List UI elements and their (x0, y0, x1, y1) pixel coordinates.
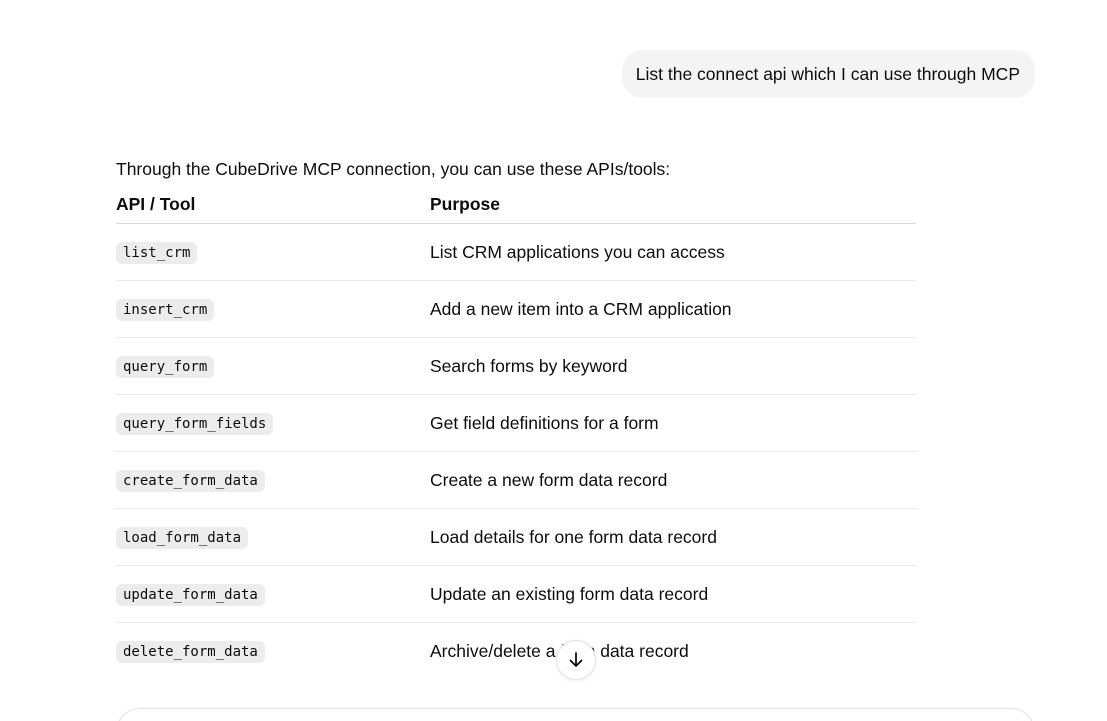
table-row: query_form Search forms by keyword (116, 337, 916, 395)
api-code: list_crm (116, 242, 198, 264)
table-row: list_crm List CRM applications you can a… (116, 223, 916, 281)
assistant-intro-text: Through the CubeDrive MCP connection, yo… (116, 159, 671, 179)
arrow-down-icon (569, 652, 583, 667)
api-purpose: Create a new form data record (430, 451, 916, 509)
message-composer[interactable] (116, 708, 1035, 721)
header-purpose: Purpose (430, 193, 916, 224)
api-code: create_form_data (116, 470, 265, 492)
scroll-to-bottom-button[interactable] (556, 640, 596, 680)
table-row: load_form_data Load details for one form… (116, 508, 916, 566)
api-code: insert_crm (116, 299, 215, 321)
table-row: update_form_data Update an existing form… (116, 565, 916, 623)
table-row: insert_crm Add a new item into a CRM app… (116, 280, 916, 338)
user-message-bubble: List the connect api which I can use thr… (621, 50, 1035, 98)
chat-page: List the connect api which I can use thr… (0, 0, 1107, 721)
table-row: delete_form_data Archive/delete a form d… (116, 623, 916, 680)
api-code: update_form_data (116, 584, 265, 606)
api-code: load_form_data (116, 527, 249, 549)
header-api-tool: API / Tool (116, 193, 430, 224)
api-purpose: List CRM applications you can access (430, 223, 916, 281)
api-purpose: Update an existing form data record (430, 565, 916, 623)
assistant-message: Through the CubeDrive MCP connection, yo… (116, 156, 916, 680)
api-code: query_form_fields (116, 413, 274, 435)
api-purpose: Search forms by keyword (430, 337, 916, 395)
table-row: create_form_data Create a new form data … (116, 451, 916, 509)
api-purpose: Get field definitions for a form (430, 394, 916, 452)
api-code: delete_form_data (116, 641, 265, 664)
table-header-row: API / Tool Purpose (116, 193, 916, 224)
api-purpose: Archive/delete a form data record (430, 641, 689, 662)
table-row: query_form_fields Get field definitions … (116, 394, 916, 452)
api-purpose: Load details for one form data record (430, 508, 916, 566)
api-code: query_form (116, 356, 215, 378)
api-purpose: Add a new item into a CRM application (430, 280, 916, 338)
api-table: API / Tool Purpose list_crm List CRM app… (116, 193, 916, 680)
